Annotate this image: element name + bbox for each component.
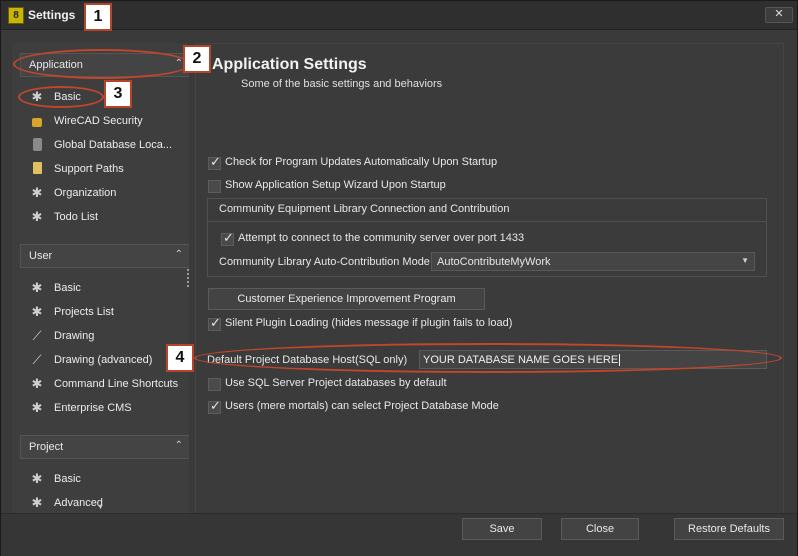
gear-icon: ✱ <box>31 376 43 391</box>
check-updates-checkbox[interactable]: ✓ <box>208 154 221 170</box>
contribution-mode-label: Community Library Auto-Contribution Mode <box>219 256 430 268</box>
close-icon[interactable]: ✕ <box>765 7 793 23</box>
page-subtitle: Some of the basic settings and behaviors <box>241 78 443 90</box>
contribution-mode-value: AutoContributeMyWork <box>437 256 551 268</box>
chevron-down-icon: ▼ <box>741 256 749 265</box>
page-title: Application Settings <box>212 56 367 73</box>
app-icon: 8 <box>8 7 24 24</box>
attempt-connect-checkbox[interactable]: ✓ <box>221 230 234 246</box>
sidebar: Application ⌃ ✱ Basic WireCAD Security G… <box>12 43 189 513</box>
callout-badge-1: 1 <box>84 3 112 31</box>
ceip-button[interactable]: Customer Experience Improvement Program <box>208 288 485 310</box>
wrench-icon: ⟋ <box>32 352 42 367</box>
database-icon <box>33 138 42 151</box>
sidebar-item-todo-list[interactable]: ✱ Todo List <box>20 207 189 229</box>
community-group-title: Community Equipment Library Connection a… <box>219 203 510 215</box>
sidebar-item-label: Advanced <box>54 497 103 509</box>
sidebar-item-label: Global Database Loca... <box>54 139 173 151</box>
sidebar-item-command-line-shortcuts[interactable]: ✱ Command Line Shortcuts <box>20 374 189 396</box>
sidebar-item-label: Basic <box>54 473 81 485</box>
section-header-label: User <box>29 250 53 262</box>
highlight-ring-basic <box>18 86 104 108</box>
gear-icon: ✱ <box>31 185 43 200</box>
sidebar-item-label: Organization <box>54 187 117 199</box>
wrench-icon: ⟋ <box>32 328 42 343</box>
sidebar-item-user-basic[interactable]: ✱ Basic <box>20 278 189 300</box>
highlight-ring-db-host <box>194 343 782 373</box>
scroll-down-icon[interactable]: ▼ <box>97 504 104 511</box>
use-sql-checkbox[interactable] <box>208 378 221 391</box>
gear-icon: ✱ <box>31 209 43 224</box>
highlight-ring-application <box>13 49 191 79</box>
show-wizard-checkbox[interactable] <box>208 180 221 193</box>
chevron-up-icon: ⌃ <box>174 440 183 451</box>
sidebar-item-label: Enterprise CMS <box>54 402 132 414</box>
silent-plugin-label: Silent Plugin Loading (hides message if … <box>225 317 513 329</box>
sidebar-item-enterprise-cms[interactable]: ✱ Enterprise CMS <box>20 398 189 420</box>
sidebar-item-project-advanced[interactable]: ✱ Advanced <box>20 493 189 513</box>
users-select-label: Users (mere mortals) can select Project … <box>225 400 499 412</box>
save-button[interactable]: Save <box>462 518 542 540</box>
sidebar-item-support-paths[interactable]: Support Paths <box>20 159 189 181</box>
gear-icon: ✱ <box>31 304 43 319</box>
attempt-connect-label: Attempt to connect to the community serv… <box>238 232 525 244</box>
section-header-user[interactable]: User ⌃ <box>20 244 189 268</box>
sidebar-item-drawing[interactable]: ⟋ Drawing <box>20 326 189 348</box>
splitter-handle[interactable] <box>187 269 191 287</box>
section-header-label: Project <box>29 441 64 453</box>
sidebar-item-wirecad-security[interactable]: WireCAD Security <box>20 111 189 133</box>
sidebar-item-label: Drawing <box>54 330 95 342</box>
sidebar-item-label: WireCAD Security <box>54 115 143 127</box>
gear-icon: ✱ <box>31 400 43 415</box>
sidebar-item-label: Projects List <box>54 306 114 318</box>
gear-icon: ✱ <box>31 495 43 510</box>
show-wizard-label: Show Application Setup Wizard Upon Start… <box>225 179 446 191</box>
sidebar-item-drawing-advanced[interactable]: ⟋ Drawing (advanced) <box>20 350 189 372</box>
folder-icon <box>33 162 42 174</box>
silent-plugin-checkbox[interactable]: ✓ <box>208 315 221 331</box>
users-select-checkbox[interactable]: ✓ <box>208 398 221 414</box>
sidebar-item-global-database[interactable]: Global Database Loca... <box>20 135 189 157</box>
checkmark-icon: ✓ <box>210 398 221 413</box>
window-title: Settings <box>28 8 76 22</box>
callout-badge-3: 3 <box>104 80 132 108</box>
restore-defaults-button[interactable]: Restore Defaults <box>674 518 784 540</box>
checkmark-icon: ✓ <box>223 230 234 245</box>
gear-icon: ✱ <box>31 280 43 295</box>
sidebar-item-project-basic[interactable]: ✱ Basic <box>20 469 189 491</box>
check-updates-label: Check for Program Updates Automatically … <box>225 156 498 168</box>
group-divider <box>207 221 767 222</box>
use-sql-label: Use SQL Server Project databases by defa… <box>225 377 447 389</box>
sidebar-item-projects-list[interactable]: ✱ Projects List <box>20 302 189 324</box>
gear-icon: ✱ <box>31 471 43 486</box>
sidebar-item-label: Basic <box>54 282 81 294</box>
sidebar-item-organization[interactable]: ✱ Organization <box>20 183 189 205</box>
settings-panel <box>195 43 784 515</box>
callout-badge-2: 2 <box>183 45 211 73</box>
title-bar: 8 Settings ✕ <box>1 1 797 30</box>
sidebar-item-label: Support Paths <box>54 163 124 175</box>
checkmark-icon: ✓ <box>210 154 221 169</box>
close-button[interactable]: Close <box>561 518 639 540</box>
chevron-up-icon: ⌃ <box>174 249 183 260</box>
checkmark-icon: ✓ <box>210 315 221 330</box>
section-header-project[interactable]: Project ⌃ <box>20 435 189 459</box>
sidebar-item-label: Todo List <box>54 211 99 223</box>
sidebar-item-label: Command Line Shortcuts <box>54 378 179 390</box>
callout-badge-4: 4 <box>166 344 194 372</box>
sidebar-item-label: Drawing (advanced) <box>54 354 153 366</box>
lock-icon <box>32 118 42 127</box>
contribution-mode-select[interactable]: AutoContributeMyWork ▼ <box>431 252 755 271</box>
